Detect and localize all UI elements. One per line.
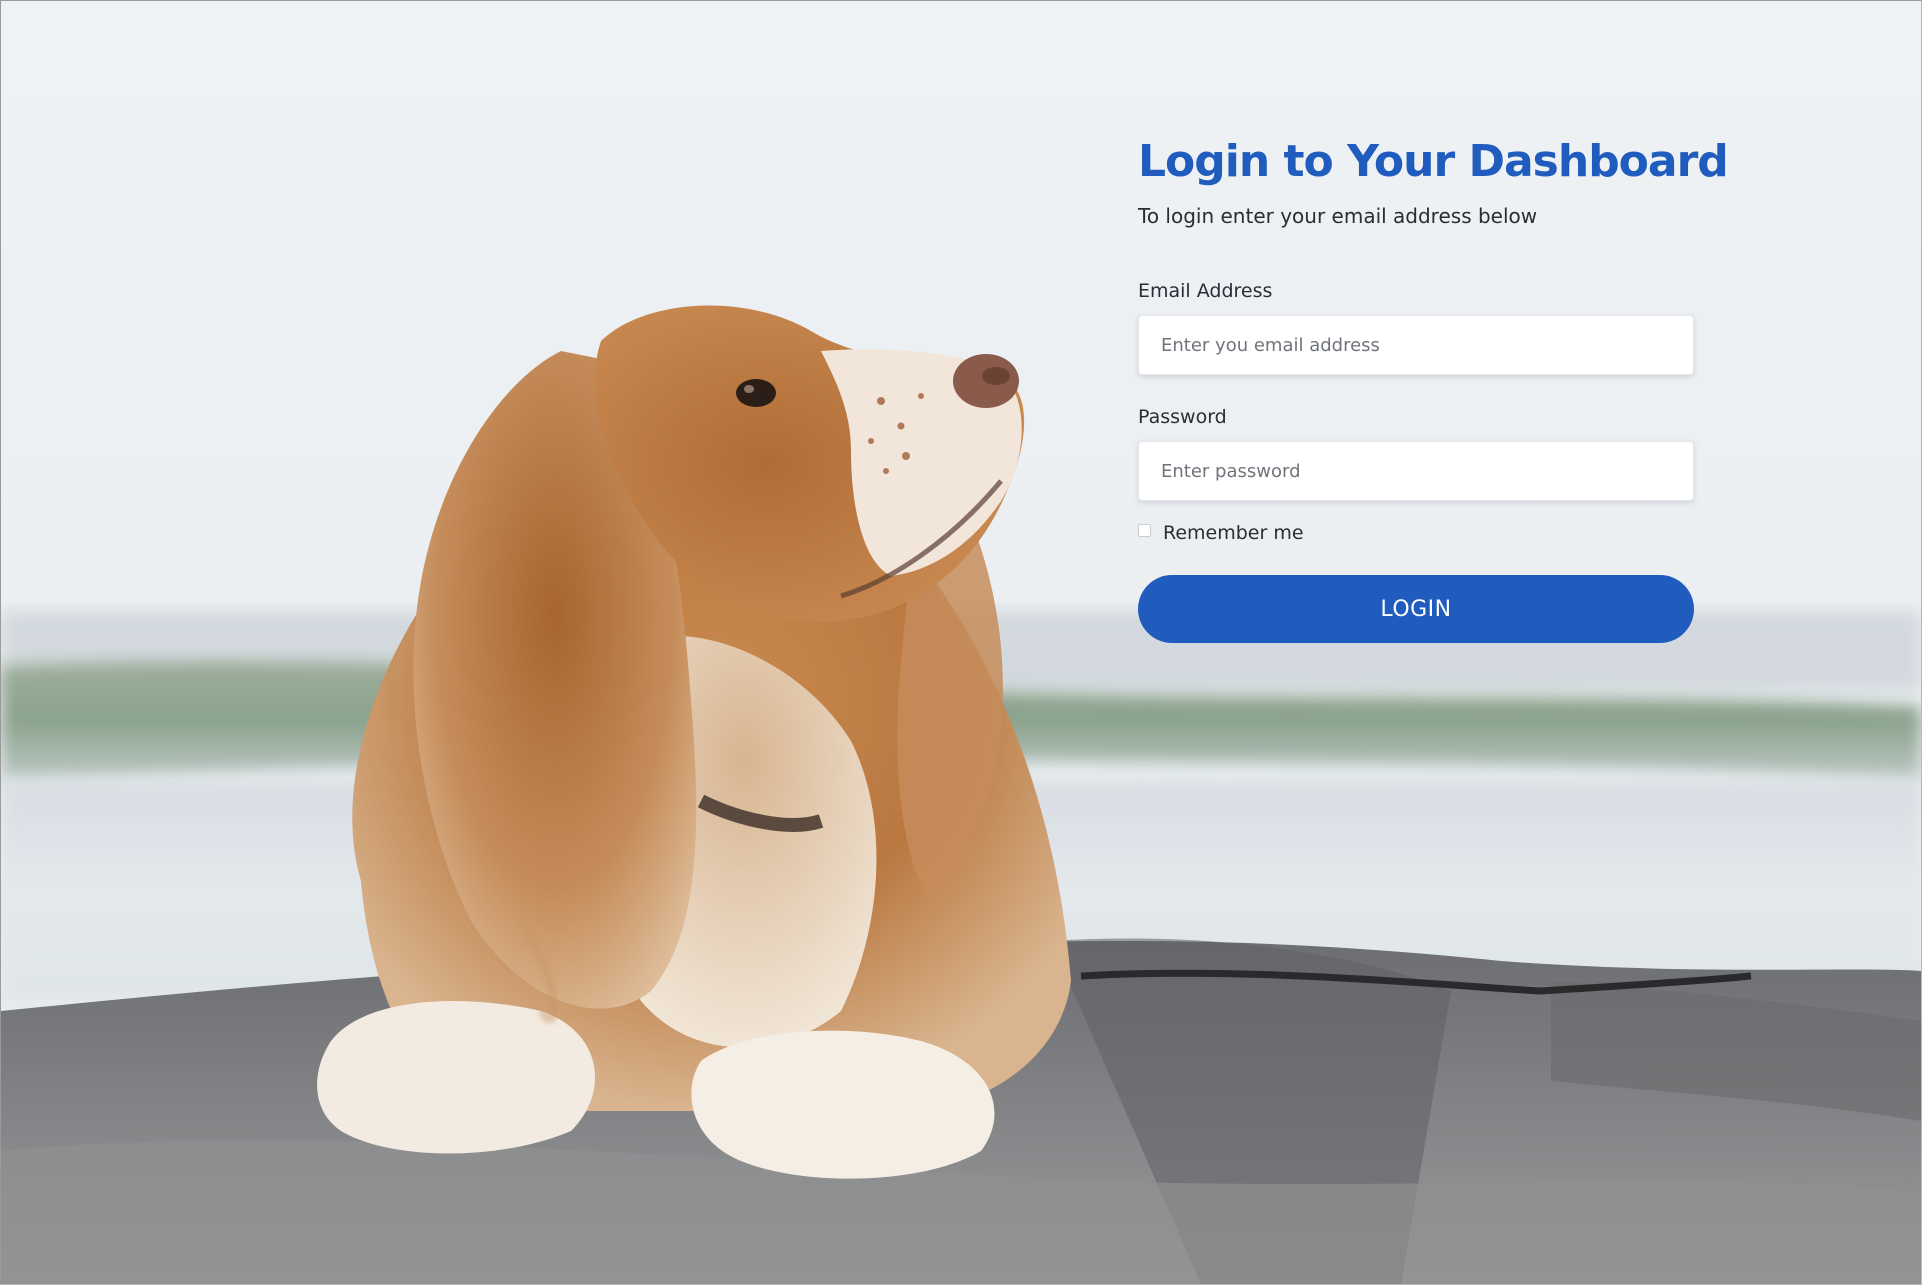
- remember-me-checkbox[interactable]: [1138, 523, 1151, 537]
- page-subtitle: To login enter your email address below: [1138, 204, 1538, 228]
- login-page: Login to Your Dashboard To login enter y…: [0, 0, 1922, 1285]
- remember-me-row: Remember me: [1138, 521, 1694, 545]
- login-button[interactable]: LOGIN: [1138, 575, 1694, 643]
- login-panel: Login to Your Dashboard To login enter y…: [1138, 133, 1729, 643]
- page-title: Login to Your Dashboard: [1138, 136, 1729, 187]
- remember-me-label[interactable]: Remember me: [1163, 522, 1304, 544]
- password-label: Password: [1138, 406, 1227, 428]
- email-label: Email Address: [1138, 280, 1273, 302]
- email-input[interactable]: [1138, 315, 1694, 375]
- password-input[interactable]: [1138, 441, 1694, 501]
